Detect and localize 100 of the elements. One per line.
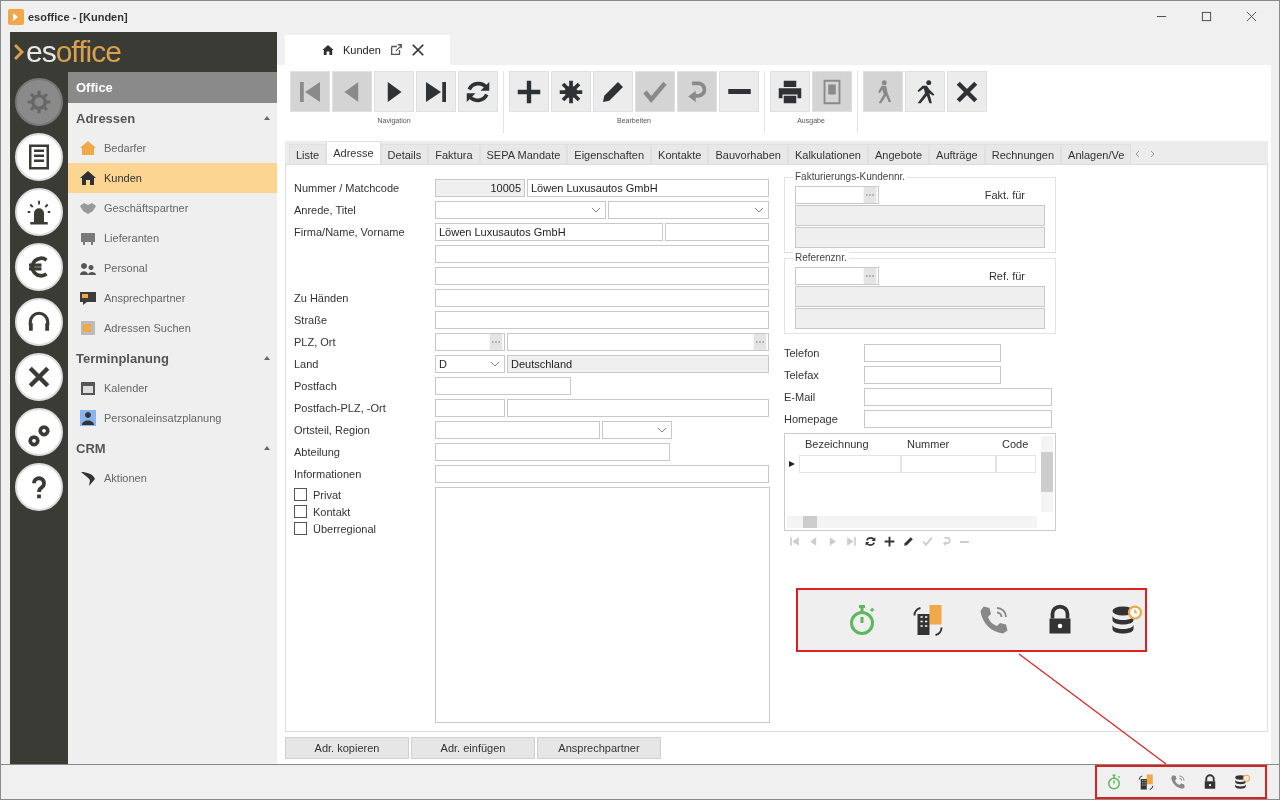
print-button[interactable] bbox=[770, 71, 810, 112]
tab[interactable]: Bauvorhaben bbox=[708, 144, 788, 164]
input-field[interactable] bbox=[435, 266, 769, 285]
dropdown-field[interactable]: D bbox=[435, 354, 505, 373]
input-field[interactable] bbox=[435, 310, 769, 329]
nav-item[interactable]: Personal bbox=[68, 253, 277, 283]
undo-icon[interactable] bbox=[940, 535, 953, 548]
nav-item[interactable]: Bedarfer bbox=[68, 133, 277, 163]
skip-forward-icon[interactable] bbox=[845, 535, 858, 548]
tab[interactable]: Faktura bbox=[428, 144, 480, 164]
stopwatch-icon[interactable] bbox=[1105, 773, 1123, 791]
input-field[interactable] bbox=[795, 186, 879, 204]
input-field[interactable] bbox=[435, 332, 505, 351]
input-field[interactable] bbox=[864, 344, 1001, 362]
tab[interactable]: Kontakte bbox=[651, 144, 709, 164]
input-field[interactable] bbox=[435, 442, 670, 461]
new-button[interactable] bbox=[551, 71, 591, 112]
input-field[interactable] bbox=[795, 227, 1045, 248]
scrollbar[interactable] bbox=[787, 516, 1037, 528]
dropdown-field[interactable] bbox=[602, 420, 672, 439]
tab[interactable]: Aufträge bbox=[929, 144, 985, 164]
ellipsis-icon[interactable] bbox=[752, 333, 768, 350]
add-button[interactable] bbox=[509, 71, 549, 112]
input-field[interactable] bbox=[795, 205, 1045, 226]
refresh-icon[interactable] bbox=[864, 535, 877, 548]
dropdown-field[interactable] bbox=[435, 200, 606, 219]
input-field[interactable] bbox=[507, 332, 769, 351]
ellipsis-icon[interactable] bbox=[862, 268, 878, 284]
refresh-button[interactable] bbox=[458, 71, 498, 112]
nav-item[interactable]: Adressen Suchen bbox=[68, 313, 277, 343]
input-field[interactable] bbox=[795, 267, 879, 285]
phone-icon[interactable] bbox=[1169, 773, 1187, 791]
input-field[interactable]: Löwen Luxusautos GmbH bbox=[435, 222, 663, 241]
action-button[interactable]: Adr. kopieren bbox=[285, 737, 409, 759]
input-field[interactable] bbox=[507, 398, 769, 417]
minus-icon[interactable] bbox=[959, 540, 970, 543]
input-field[interactable] bbox=[864, 410, 1052, 428]
nav-item[interactable]: Lieferanten bbox=[68, 223, 277, 253]
action-button[interactable]: Ansprechpartner bbox=[537, 737, 661, 759]
ellipsis-icon[interactable] bbox=[862, 187, 878, 203]
plus-icon[interactable] bbox=[883, 535, 896, 548]
checkbox[interactable]: Überregional bbox=[294, 521, 435, 536]
tab[interactable]: Rechnungen bbox=[984, 144, 1062, 164]
checkbox[interactable]: Privat bbox=[294, 487, 435, 502]
database-clock-icon[interactable] bbox=[1233, 773, 1251, 791]
column-header[interactable]: Nummer bbox=[901, 435, 996, 453]
tab[interactable]: Adresse bbox=[326, 141, 381, 164]
delete-button[interactable] bbox=[719, 71, 759, 112]
input-field[interactable] bbox=[435, 244, 769, 263]
nav-item[interactable]: Geschäftspartner bbox=[68, 193, 277, 223]
tab[interactable]: Angebote bbox=[868, 144, 930, 164]
scrollbar[interactable] bbox=[1041, 436, 1053, 512]
nav-item[interactable]: Aktionen bbox=[68, 463, 277, 493]
input-field[interactable]: 10005 bbox=[435, 178, 525, 197]
run-button[interactable] bbox=[905, 71, 945, 112]
pencil-icon[interactable] bbox=[902, 535, 915, 548]
scroll-right-icon[interactable] bbox=[1148, 150, 1157, 158]
nav-item[interactable]: Kalender bbox=[68, 373, 277, 403]
checkmark-icon[interactable] bbox=[921, 535, 934, 548]
document-tab[interactable]: Kunden bbox=[285, 35, 450, 65]
input-field[interactable] bbox=[795, 308, 1045, 329]
input-field[interactable]: Löwen Luxusautos GmbH bbox=[527, 178, 769, 197]
skip-back-icon[interactable] bbox=[788, 535, 801, 548]
buildings-icon[interactable] bbox=[1137, 773, 1155, 791]
input-field[interactable] bbox=[435, 398, 505, 417]
input-field[interactable] bbox=[864, 388, 1052, 406]
nav-item[interactable]: Kunden bbox=[68, 163, 277, 193]
last-record-button[interactable] bbox=[416, 71, 456, 112]
close-icon[interactable] bbox=[410, 43, 425, 57]
action-button[interactable]: Adr. einfügen bbox=[411, 737, 535, 759]
notes-field[interactable] bbox=[434, 487, 770, 723]
input-field[interactable] bbox=[864, 366, 1001, 384]
tab[interactable]: Kalkulationen bbox=[787, 144, 868, 164]
pop-out-icon[interactable] bbox=[388, 43, 403, 57]
input-field[interactable] bbox=[665, 222, 769, 241]
input-field[interactable] bbox=[435, 464, 769, 483]
column-header[interactable]: Code bbox=[996, 435, 1036, 453]
maximize-icon[interactable] bbox=[1201, 11, 1212, 22]
collapse-caret-icon[interactable] bbox=[263, 354, 271, 362]
ellipsis-icon[interactable] bbox=[488, 333, 504, 350]
tab[interactable]: Eigenschaften bbox=[567, 144, 652, 164]
dropdown-field[interactable] bbox=[608, 200, 769, 219]
edit-button[interactable] bbox=[593, 71, 633, 112]
input-field[interactable] bbox=[435, 288, 769, 307]
checkbox[interactable]: Kontakt bbox=[294, 504, 435, 519]
tab[interactable]: Anlagen/Ve bbox=[1061, 144, 1132, 164]
tab[interactable]: SEPA Mandate bbox=[479, 144, 568, 164]
tab[interactable]: Liste bbox=[289, 144, 327, 164]
input-field[interactable] bbox=[795, 286, 1045, 307]
nav-item[interactable]: Personaleinsatzplanung bbox=[68, 403, 277, 433]
nav-item[interactable]: Ansprechpartner bbox=[68, 283, 277, 313]
column-header[interactable]: Bezeichnung bbox=[799, 435, 901, 453]
collapse-caret-icon[interactable] bbox=[263, 444, 271, 452]
close-icon[interactable] bbox=[1246, 11, 1257, 22]
close-button[interactable] bbox=[947, 71, 987, 112]
next-record-button[interactable] bbox=[374, 71, 414, 112]
input-field[interactable] bbox=[435, 420, 600, 439]
input-field[interactable] bbox=[435, 376, 571, 395]
tab[interactable]: Details bbox=[380, 144, 429, 164]
collapse-caret-icon[interactable] bbox=[263, 114, 271, 122]
